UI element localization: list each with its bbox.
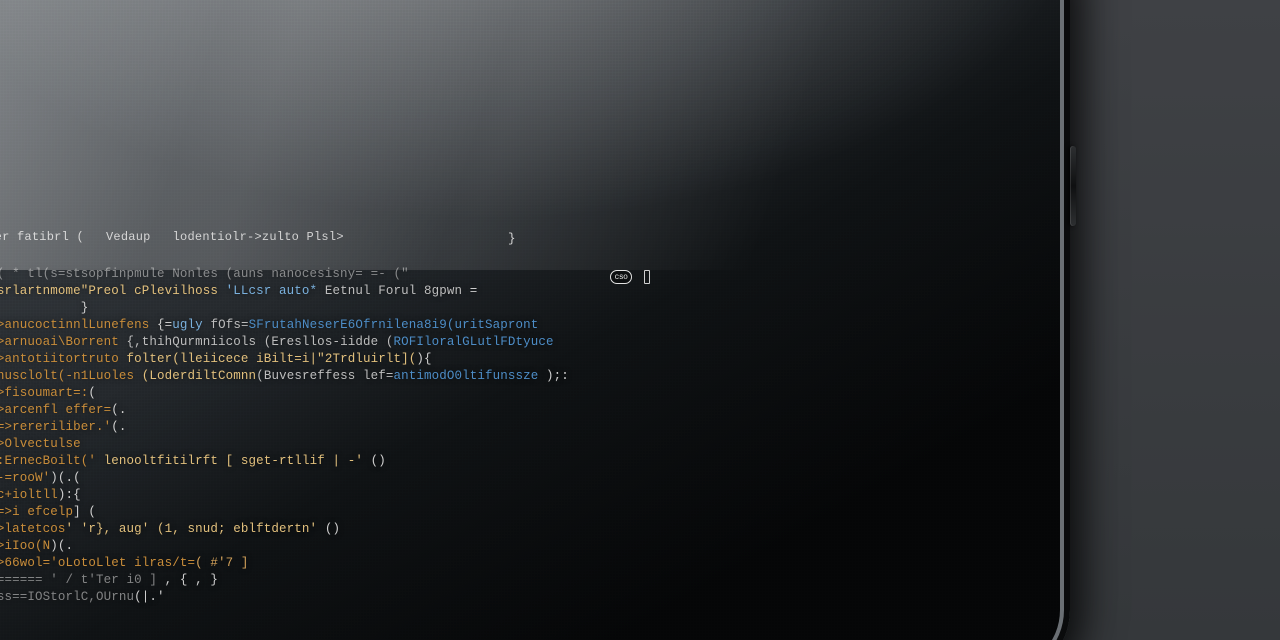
code-token: ===>Olvectulse [0, 437, 88, 451]
code-token: );: [538, 369, 569, 383]
code-token: ====>rereriliber.' [0, 420, 111, 434]
code-token: ====>i efcelp [0, 505, 73, 519]
code-token: 'LLcsr auto* [226, 284, 325, 298]
code-token: } [0, 301, 88, 315]
code-line: ===>fisoumart=:( [0, 385, 698, 402]
code-token: ===>arnuoai\Borrent [0, 335, 127, 349]
code-token: ===>66wol='oLotoLlet ilras/t= [0, 556, 195, 570]
code-line: ===>Olvectulse [0, 436, 698, 453]
code-line: ===>arcenfl effer=(. [0, 402, 698, 419]
code-token: )(. [50, 539, 73, 553]
code-line: ========= ' / t'Ter i0 ] , { , } [0, 572, 698, 589]
code-line: ==--=rooW')(.( [0, 470, 698, 487]
code-token: ){ [416, 352, 431, 366]
code-token: ===>anucoctinnlLunefens [0, 318, 157, 332]
code-token: ===>iIoo(N [0, 539, 50, 553]
code-line: lov==>nusclolt(-n1Luoles (LoderdiltComnn… [0, 368, 698, 385]
code-token: ===>antotiitortruto [0, 352, 127, 366]
editor-tab[interactable]: Vedaup [106, 230, 151, 244]
code-line: ====>rereriliber.'(. [0, 419, 698, 436]
code-line: ===>latetcos' 'r}, aug' (1, snud; eblftd… [0, 521, 698, 538]
code-token: {= [157, 318, 172, 332]
stray-brace: } [508, 232, 516, 246]
code-token: ' 'r}, aug' (1, snud; eblftdertn' [66, 522, 325, 536]
editor-tab[interactable]: lodentiolr->zulto Plsl> [173, 230, 344, 244]
code-token: (|.' [134, 590, 165, 604]
code-line: ===:ErnecBoilt(' lenooltfitilrft [ sget-… [0, 453, 698, 470]
code-token: (. [111, 420, 126, 434]
code-token: ==>c+ioltll [0, 488, 58, 502]
code-token: fOfs= [210, 318, 248, 332]
code-line: " '' .shesrlartnmome"Preol cPlevilhoss '… [0, 283, 698, 300]
code-token: = [470, 284, 478, 298]
code-line: ===>66wol='oLotoLlet ilras/t=( #'7 ] [0, 555, 698, 572]
code-token: {,thihQurmniicols (Eresllos-iidde ( [127, 335, 394, 349]
code-line: ===>arnuoai\Borrent {,thihQurmniicols (E… [0, 334, 698, 351]
code-token: () [325, 522, 340, 536]
code-token: ROFIloralGLutlFDtyuce [393, 335, 553, 349]
code-line: ,... } [0, 300, 698, 317]
code-token: ===:ErnecBoilt(' [0, 454, 104, 468]
code-token: folter(lleiicece iBilt=i|"2Trdluirlt]( [127, 352, 417, 366]
code-line: ( /[;=- ( * tl(s=stsopfinpmule Nonles (a… [0, 266, 698, 283]
code-token: (. [111, 403, 126, 417]
code-line: ===>iIoo(N)(. [0, 538, 698, 555]
code-token: ========= ' / t'Ter i0 ] [0, 573, 165, 587]
code-token: ===>fisoumart=: [0, 386, 88, 400]
code-line: rssss==IOStorlC,OUrnu(|.' [0, 589, 698, 606]
code-token: ( [88, 386, 96, 400]
code-token: ===>latetcos [0, 522, 66, 536]
code-token: shesrlartnmome"Preol cPlevilhoss [0, 284, 226, 298]
code-token: =- ( * tl(s=stsopfinpmule Nonles (auns n… [0, 267, 409, 281]
device-screen: Netetler fatibrl ( Vedaup lodentiolr->zu… [0, 0, 1070, 640]
code-token: lenooltfitilrft [ sget-rtllif | -' [104, 454, 371, 468]
code-token: ] ( [73, 505, 96, 519]
code-line: ===>antotiitortruto folter(lleiicece iBi… [0, 351, 698, 368]
device-side-button[interactable] [1070, 146, 1076, 226]
code-token: (LoderdiltComnn [142, 369, 256, 383]
code-editor-content[interactable]: ( /[;=- ( * tl(s=stsopfinpmule Nonles (a… [0, 266, 698, 606]
code-line: ====>i efcelp] ( [0, 504, 698, 521]
code-line: ===>anucoctinnlLunefens {=ugly fOfs=SFru… [0, 317, 698, 334]
code-token: ==--=rooW' [0, 471, 50, 485]
code-token: () [371, 454, 386, 468]
code-token: antimodO0ltifunssze [393, 369, 538, 383]
code-token: ( #'7 ] [195, 556, 248, 570]
code-token: Eetnul Forul 8gpwn [325, 284, 470, 298]
code-token: rssss==IOStorlC,OUrnu [0, 590, 134, 604]
code-line: ==>c+ioltll):{ [0, 487, 698, 504]
editor-tab[interactable]: Netetler fatibrl ( [0, 230, 84, 244]
code-token: , { , } [165, 573, 218, 587]
code-token: ):{ [58, 488, 81, 502]
code-token: SFrutahNeserE6Ofrnilena8i9(uritSapront [249, 318, 539, 332]
code-token: ==>nusclolt(-n1Luoles [0, 369, 142, 383]
editor-tab-strip: Netetler fatibrl ( Vedaup lodentiolr->zu… [0, 230, 344, 244]
code-token: ugly [172, 318, 210, 332]
code-token: ===>arcenfl effer= [0, 403, 111, 417]
code-token: )(.( [50, 471, 81, 485]
code-token: (Buvesreffess lef= [256, 369, 393, 383]
